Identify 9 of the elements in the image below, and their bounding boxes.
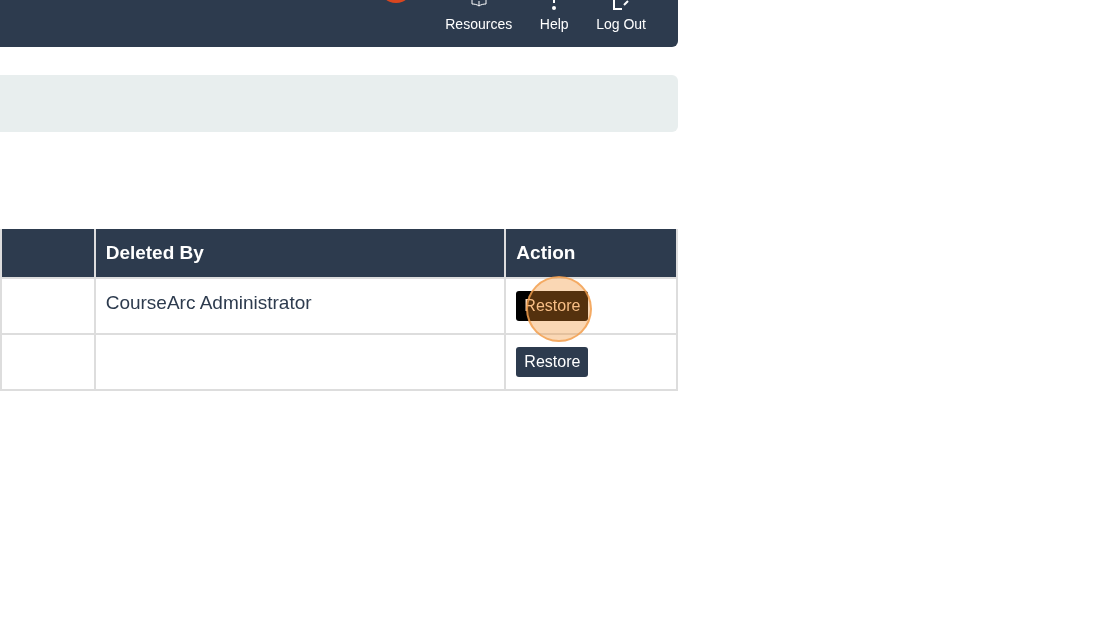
nav-link[interactable]: Help bbox=[532, 0, 577, 47]
table-header-cell: Action bbox=[505, 229, 677, 278]
restore-button[interactable]: Restore bbox=[516, 347, 589, 377]
logout-icon bbox=[613, 0, 630, 10]
table-header-cell: Deleted By bbox=[94, 229, 506, 278]
nav-link[interactable]: Log Out bbox=[590, 0, 652, 47]
question-icon bbox=[552, 0, 557, 10]
nav-link[interactable]: Resources bbox=[439, 0, 519, 47]
deleted-by-text: CourseArc Administrator bbox=[105, 292, 312, 313]
